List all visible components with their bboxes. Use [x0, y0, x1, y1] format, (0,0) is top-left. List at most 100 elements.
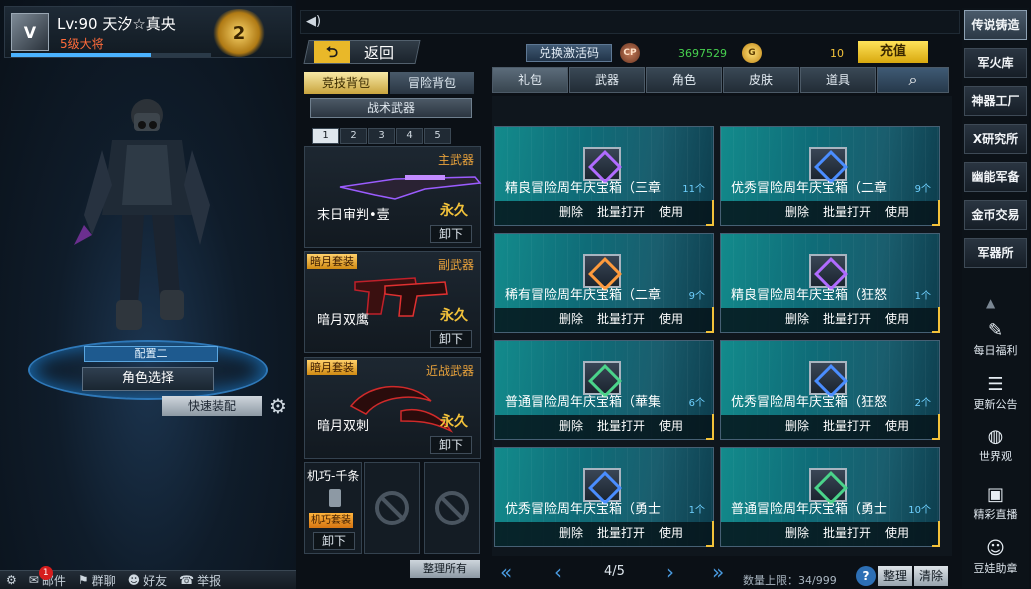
- mail-button[interactable]: ✉ 1 邮件: [23, 565, 72, 589]
- delete-button[interactable]: 删除: [781, 203, 813, 221]
- unequip-button[interactable]: 卸下: [313, 532, 355, 550]
- item-card[interactable]: 稀有冒险周年庆宝箱（二章 9个 删除 批量打开 使用: [494, 233, 714, 333]
- batch-open-button[interactable]: 批量打开: [819, 417, 875, 435]
- speaker-icon[interactable]: ◀): [306, 14, 321, 29]
- batch-open-button[interactable]: 批量打开: [593, 417, 649, 435]
- use-button[interactable]: 使用: [655, 524, 687, 542]
- help-icon[interactable]: ?: [856, 566, 876, 586]
- tidy-all-button[interactable]: 整理所有: [410, 560, 480, 578]
- clear-button[interactable]: 清除: [914, 566, 948, 586]
- melee-weapon-card[interactable]: 暗月套装 近战武器 暗月双刺 永久 卸下: [304, 357, 481, 459]
- next-page-icon[interactable]: ›: [666, 560, 674, 584]
- batch-open-button[interactable]: 批量打开: [819, 524, 875, 542]
- item-card[interactable]: 优秀冒险周年庆宝箱（勇士 1个 删除 批量打开 使用: [494, 447, 714, 547]
- role-select-button[interactable]: 角色选择: [82, 367, 214, 391]
- nav-artifact-factory[interactable]: 神器工厂: [964, 86, 1027, 116]
- use-button[interactable]: 使用: [881, 524, 913, 542]
- daily-welfare-link[interactable]: ✎ 每日福利: [962, 320, 1029, 358]
- item-actions: 删除 批量打开 使用: [781, 203, 913, 221]
- use-button[interactable]: 使用: [655, 310, 687, 328]
- slot-tab-3[interactable]: 3: [368, 128, 395, 144]
- delete-button[interactable]: 删除: [781, 310, 813, 328]
- use-button[interactable]: 使用: [881, 203, 913, 221]
- tab-characters[interactable]: 角色: [646, 67, 722, 93]
- friends-button[interactable]: ☻ 好友: [122, 572, 174, 589]
- delete-button[interactable]: 删除: [781, 417, 813, 435]
- batch-open-button[interactable]: 批量打开: [819, 203, 875, 221]
- first-page-icon[interactable]: «: [500, 560, 512, 584]
- unequip-button[interactable]: 卸下: [430, 436, 472, 454]
- nav-x-lab[interactable]: X研究所: [964, 124, 1027, 154]
- use-button[interactable]: 使用: [881, 310, 913, 328]
- config-label[interactable]: 配置二: [84, 346, 218, 362]
- unequip-button[interactable]: 卸下: [430, 225, 472, 243]
- item-card[interactable]: 精良冒险周年庆宝箱（狂怒 1个 删除 批量打开 使用: [720, 233, 940, 333]
- batch-open-button[interactable]: 批量打开: [593, 203, 649, 221]
- quick-equip-button[interactable]: 快速装配: [162, 396, 262, 416]
- item-card[interactable]: 优秀冒险周年庆宝箱（狂怒 2个 删除 批量打开 使用: [720, 340, 940, 440]
- set-tag: 机巧套装: [309, 513, 353, 528]
- slot-tab-4[interactable]: 4: [396, 128, 423, 144]
- item-card[interactable]: 精良冒险周年庆宝箱（三章 11个 删除 批量打开 使用: [494, 126, 714, 226]
- batch-open-button[interactable]: 批量打开: [593, 310, 649, 328]
- batch-open-button[interactable]: 批量打开: [593, 524, 649, 542]
- delete-button[interactable]: 删除: [781, 524, 813, 542]
- live-stream-link[interactable]: ▣ 精彩直播: [962, 484, 1029, 522]
- back-arrow-icon[interactable]: ⮌: [314, 41, 350, 63]
- helper-link[interactable]: ☺ 豆娃助章: [962, 538, 1029, 576]
- item-qty: 9个: [914, 184, 931, 195]
- redeem-code-button[interactable]: 兑换激活码: [526, 44, 612, 62]
- use-button[interactable]: 使用: [655, 203, 687, 221]
- unequip-button[interactable]: 卸下: [430, 330, 472, 348]
- delete-button[interactable]: 删除: [555, 203, 587, 221]
- gear-icon[interactable]: ⚙: [266, 394, 290, 418]
- item-card[interactable]: 优秀冒险周年庆宝箱（二章 9个 删除 批量打开 使用: [720, 126, 940, 226]
- nav-armory[interactable]: 军火库: [964, 48, 1027, 78]
- tab-competitive-pack[interactable]: 竞技背包: [304, 72, 388, 94]
- camera-icon: ▣: [986, 484, 1004, 505]
- worldview-link[interactable]: ◍ 世界观: [962, 426, 1029, 464]
- nav-ordnance[interactable]: 军器所: [964, 238, 1027, 268]
- item-name: 优秀冒险周年庆宝箱（狂怒: [731, 395, 888, 410]
- announcement-link[interactable]: ☰ 更新公告: [962, 374, 1029, 412]
- group-chat-button[interactable]: ⚑ 群聊: [72, 572, 122, 589]
- use-button[interactable]: 使用: [881, 417, 913, 435]
- use-button[interactable]: 使用: [655, 417, 687, 435]
- item-card[interactable]: 普通冒险周年庆宝箱（華集 6个 删除 批量打开 使用: [494, 340, 714, 440]
- prev-page-icon[interactable]: ‹: [554, 560, 562, 584]
- delete-button[interactable]: 删除: [555, 417, 587, 435]
- tactic-weapon-button[interactable]: 战术武器: [310, 98, 472, 118]
- delete-button[interactable]: 删除: [555, 310, 587, 328]
- tab-props[interactable]: 道具: [800, 67, 876, 93]
- tab-gift-pack[interactable]: 礼包: [492, 67, 568, 93]
- tab-adventure-pack[interactable]: 冒险背包: [390, 72, 474, 94]
- sort-button[interactable]: 整理: [878, 566, 912, 586]
- primary-weapon-card[interactable]: 主武器 末日审判•壹 永久 卸下: [304, 146, 482, 248]
- scroll-up-icon[interactable]: ▲: [986, 296, 995, 310]
- pager: « ‹ 4/5 › » 数量上限：34/999 ? 整理 清除: [500, 560, 950, 587]
- settings-shortcut[interactable]: ⚙: [0, 573, 23, 587]
- secondary-weapon-card[interactable]: 暗月套装 副武器 暗月双鹰 永久 卸下: [304, 251, 481, 353]
- nav-gold-trade[interactable]: 金币交易: [964, 200, 1027, 230]
- tab-skins[interactable]: 皮肤: [723, 67, 799, 93]
- slot-tab-5[interactable]: 5: [424, 128, 451, 144]
- tab-weapons[interactable]: 武器: [569, 67, 645, 93]
- search-icon[interactable]: ⌕: [877, 67, 949, 93]
- delete-button[interactable]: 删除: [555, 524, 587, 542]
- gadget-card[interactable]: 机巧-千条 机巧套装 卸下: [304, 462, 362, 554]
- nav-psionic-arms[interactable]: 幽能军备: [964, 162, 1027, 192]
- empty-gadget-slot[interactable]: [424, 462, 480, 554]
- empty-gadget-slot[interactable]: [364, 462, 420, 554]
- item-card[interactable]: 普通冒险周年庆宝箱（勇士 10个 删除 批量打开 使用: [720, 447, 940, 547]
- recharge-button[interactable]: 充值: [858, 41, 928, 63]
- last-page-icon[interactable]: »: [712, 560, 724, 584]
- player-avatar[interactable]: V: [11, 13, 49, 51]
- slot-tab-1[interactable]: 1: [312, 128, 339, 144]
- slot-tab-2[interactable]: 2: [340, 128, 367, 144]
- bottom-toolbar: ⚙ ✉ 1 邮件 ⚑ 群聊 ☻ 好友 ☎ 举报: [0, 565, 296, 589]
- back-label[interactable]: 返回: [364, 42, 394, 63]
- mail-icon: ✉: [28, 573, 39, 587]
- batch-open-button[interactable]: 批量打开: [819, 310, 875, 328]
- nav-legend-forge[interactable]: 传说铸造: [964, 10, 1027, 40]
- report-button[interactable]: ☎ 举报: [173, 572, 227, 589]
